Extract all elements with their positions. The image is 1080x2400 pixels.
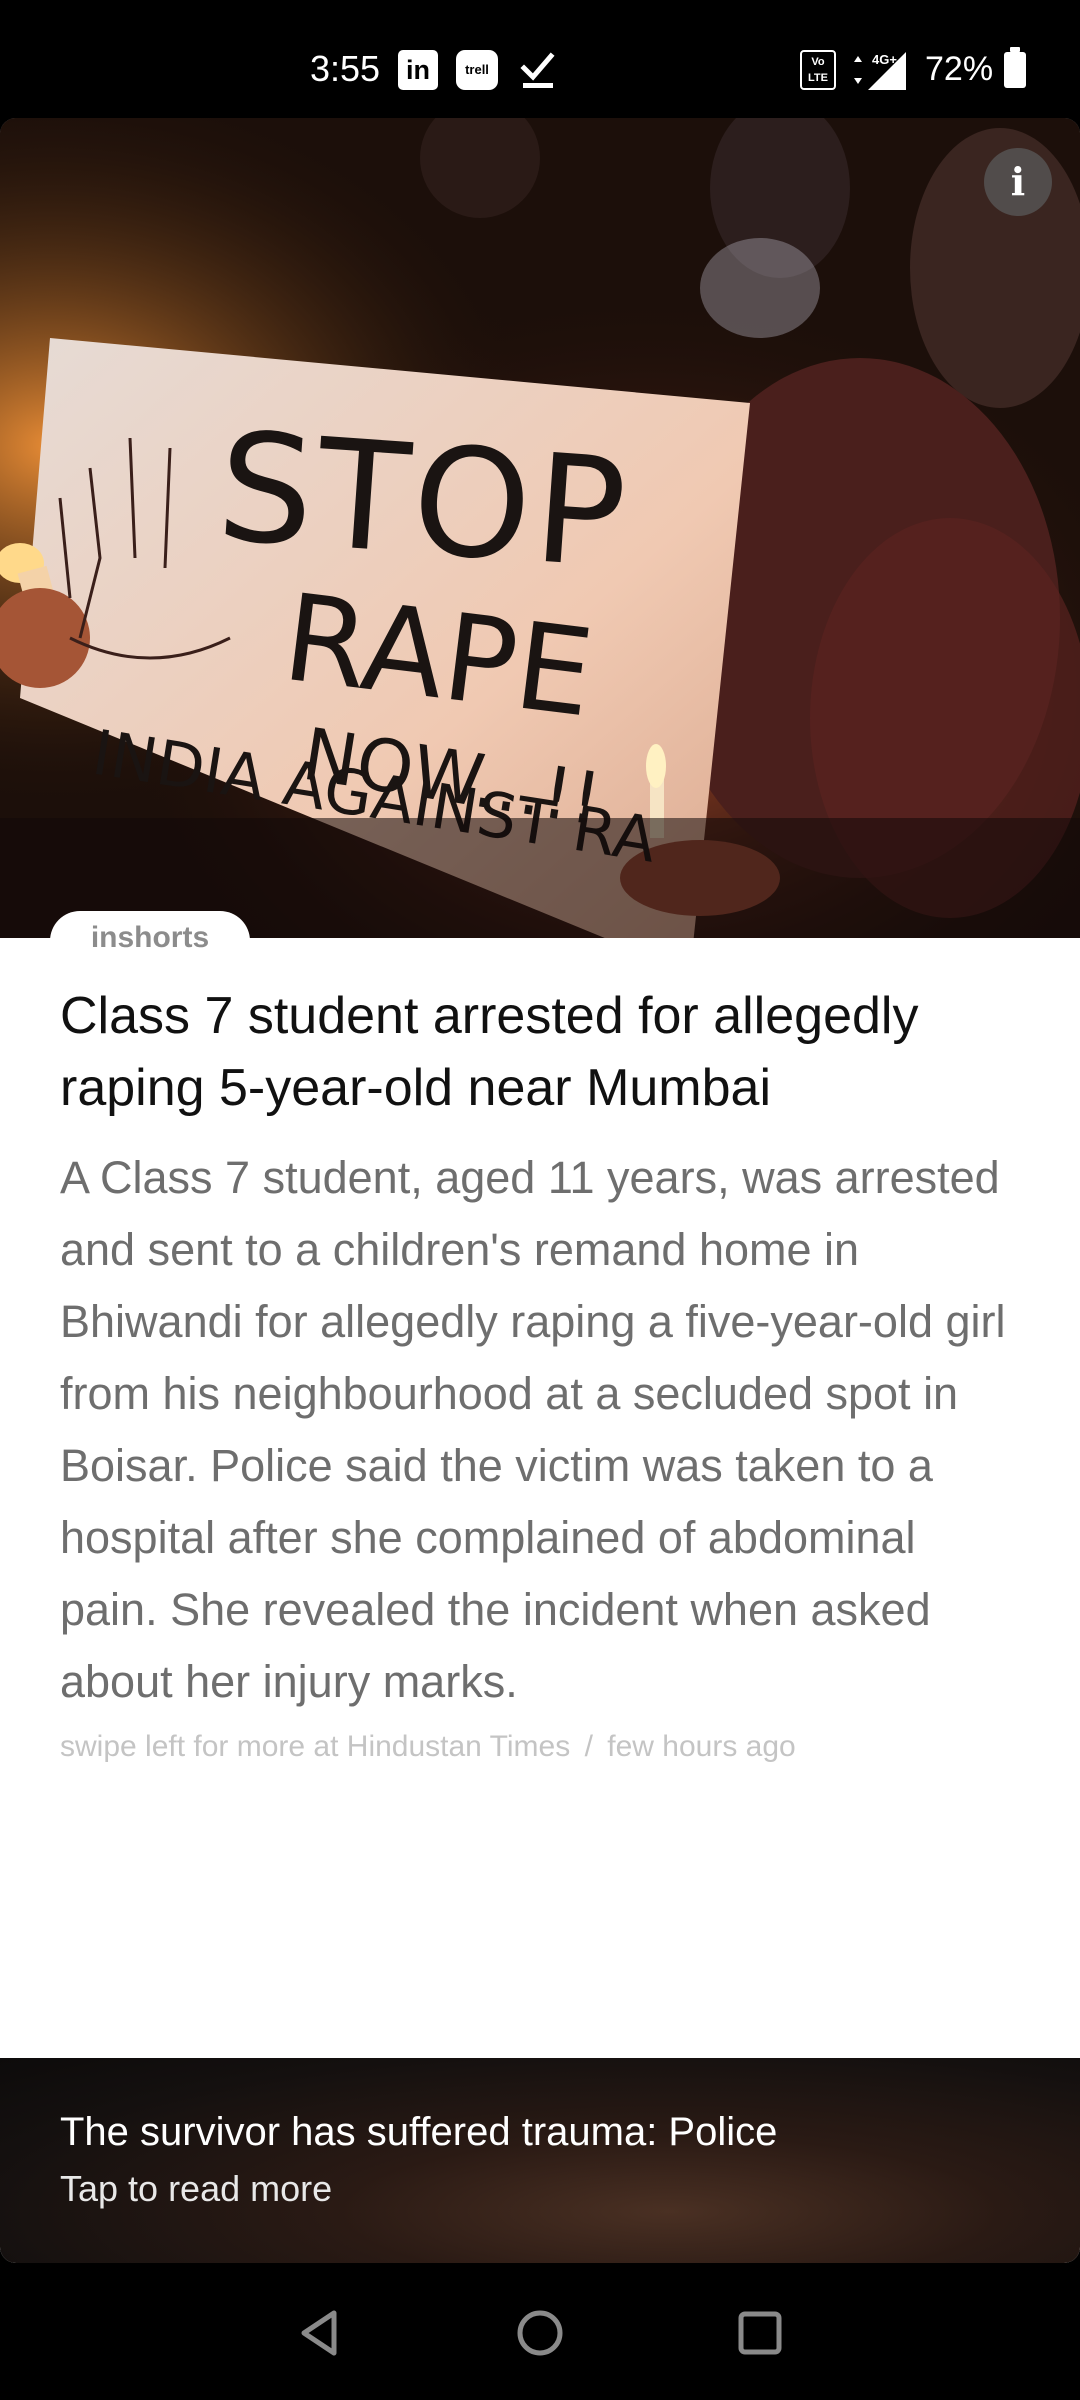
battery-icon — [1004, 47, 1026, 88]
footer-separator: / — [584, 1730, 593, 1763]
footer-time: few hours ago — [607, 1730, 796, 1763]
footer-source[interactable]: swipe left for more at Hindustan Times — [60, 1730, 570, 1763]
info-button[interactable]: i — [984, 148, 1052, 216]
navigation-bar — [0, 2263, 1080, 2400]
news-card[interactable]: STOP RAPE NOW...!! INDIA AGAINST RA i in… — [0, 118, 1080, 2263]
read-more-banner[interactable]: The survivor has suffered trauma: Police… — [0, 2058, 1080, 2263]
status-time: 3:55 — [310, 48, 381, 89]
back-icon[interactable] — [290, 2303, 350, 2363]
volte-icon: Vo LTE — [800, 50, 836, 90]
status-bar: 3:55 in trell Vo LTE 4G+ 72% — [0, 0, 1080, 118]
network-type-label: 4G+ — [872, 52, 897, 67]
signal-icon: 4G+ — [850, 50, 906, 90]
svg-text:STOP: STOP — [212, 400, 635, 602]
article-summary: A Class 7 student, aged 11 years, was ar… — [60, 1152, 1006, 1707]
check-icon — [520, 50, 556, 90]
article-footer[interactable]: swipe left for more at Hindustan Times /… — [60, 1730, 796, 1764]
trell-icon: trell — [456, 50, 498, 90]
article-image[interactable]: STOP RAPE NOW...!! INDIA AGAINST RA i — [0, 118, 1080, 938]
source-tab[interactable]: inshorts — [50, 911, 250, 971]
home-icon[interactable] — [510, 2303, 570, 2363]
read-more-title[interactable]: The survivor has suffered trauma: Police — [60, 2110, 777, 2155]
linkedin-icon: in — [398, 50, 438, 90]
screen: 3:55 in trell Vo LTE 4G+ 72% STOP RAPE N… — [0, 0, 1080, 2400]
recents-icon[interactable] — [730, 2303, 790, 2363]
article-headline: Class 7 student arrested for allegedly r… — [60, 987, 919, 1117]
read-more-subtitle[interactable]: Tap to read more — [60, 2168, 332, 2210]
battery-percent: 72% — [925, 50, 994, 88]
